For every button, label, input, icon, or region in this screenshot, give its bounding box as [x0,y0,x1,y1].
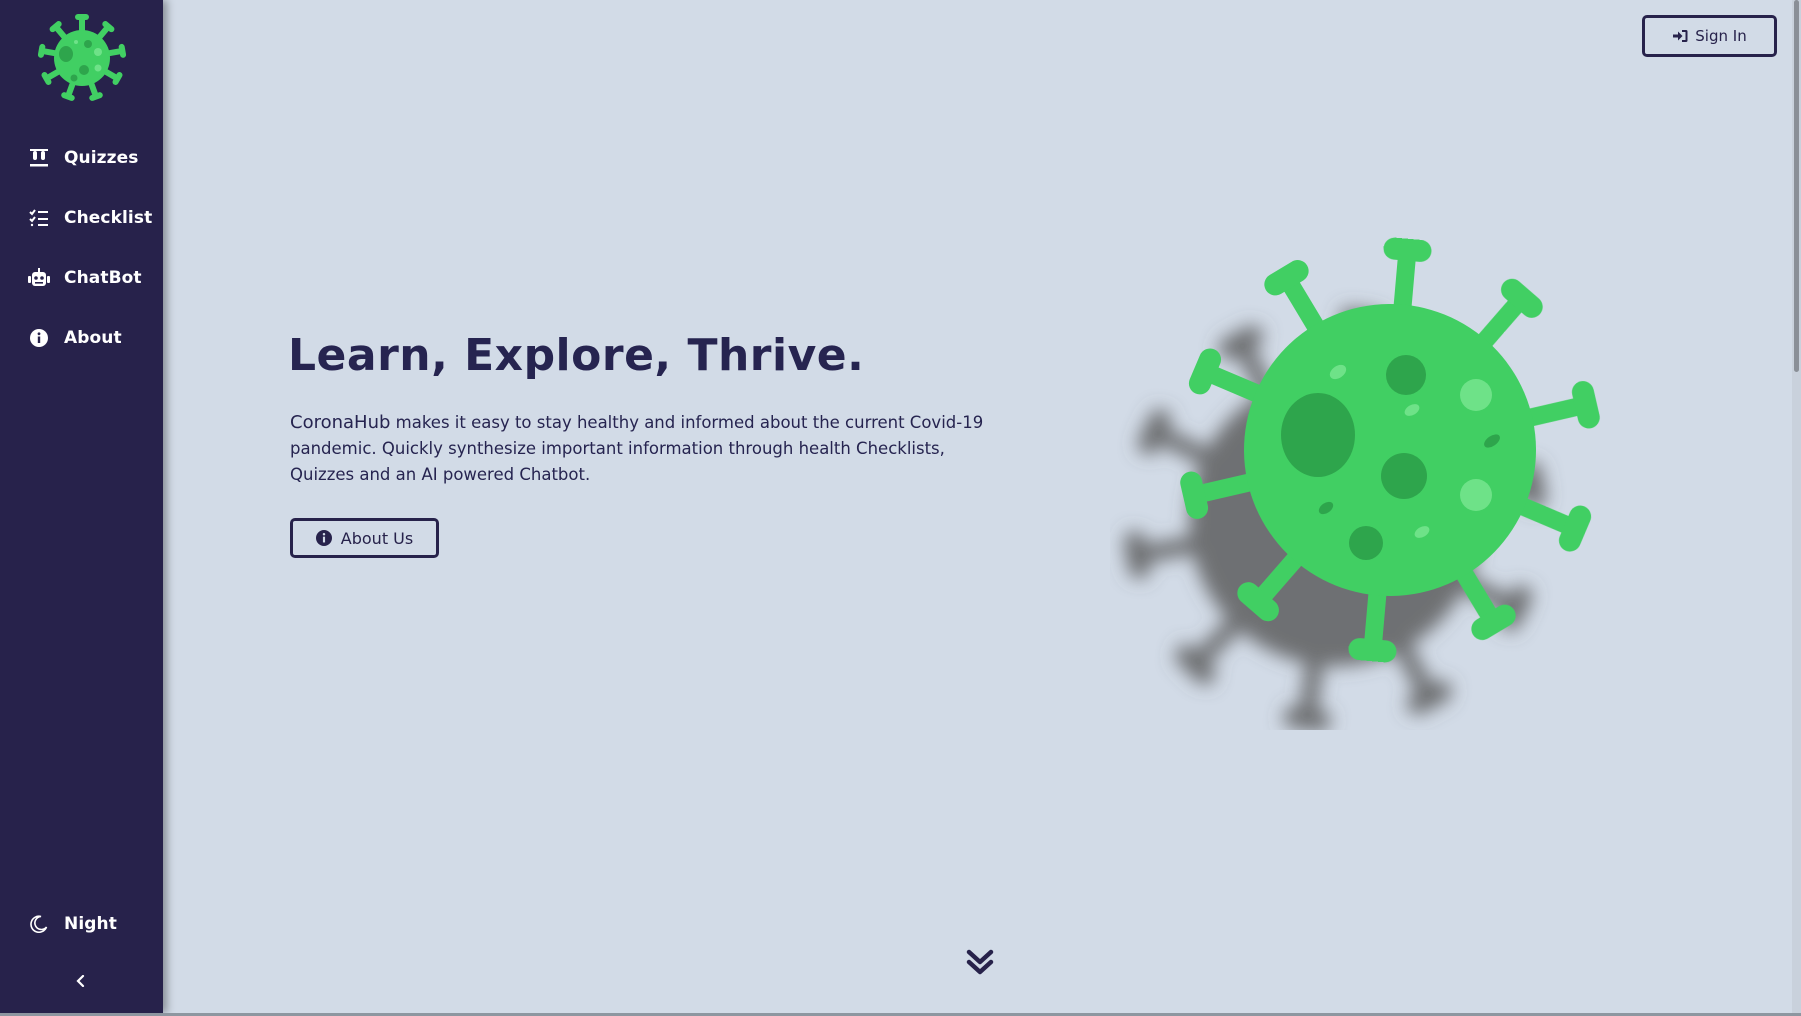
vertical-scrollbar[interactable] [1792,0,1801,1016]
virus-logo-icon[interactable] [36,12,128,104]
sidebar-item-chatbot[interactable]: ChatBot [0,256,163,300]
sign-in-icon [1673,30,1688,42]
night-mode-label: Night [64,914,117,934]
chevron-left-icon[interactable] [70,970,92,992]
about-us-button[interactable]: About Us [290,518,439,558]
about-us-label: About Us [340,528,414,548]
sidebar-item-checklist[interactable]: Checklist [0,196,163,240]
virus-illustration [1110,230,1630,730]
hero-description-text: makes it easy to stay healthy and inform… [290,413,984,484]
sidebar-item-label: Checklist [64,208,153,228]
robot-icon [28,267,50,289]
hero-description: CoronaHub makes it easy to stay healthy … [290,410,1010,488]
scrollbar-thumb[interactable] [1794,0,1799,372]
sign-in-label: Sign In [1695,27,1747,45]
sidebar: Quizzes Checklist ChatBot About Night [0,0,163,1013]
hero-title: Learn, Explore, Thrive. [288,330,865,381]
tasks-icon [28,207,50,229]
sidebar-item-about[interactable]: About [0,316,163,360]
brand-name: CoronaHub [290,412,391,433]
sidebar-item-label: Quizzes [64,148,139,168]
double-chevron-down-icon[interactable] [962,944,998,980]
sign-in-button[interactable]: Sign In [1642,15,1777,57]
info-circle-icon [28,327,50,349]
info-circle-icon [315,530,332,546]
night-mode-toggle[interactable]: Night [0,902,163,946]
test-tubes-icon [28,147,50,169]
sidebar-item-label: About [64,328,122,348]
sidebar-item-label: ChatBot [64,268,142,288]
sidebar-item-quizzes[interactable]: Quizzes [0,136,163,180]
moon-icon [28,913,50,935]
